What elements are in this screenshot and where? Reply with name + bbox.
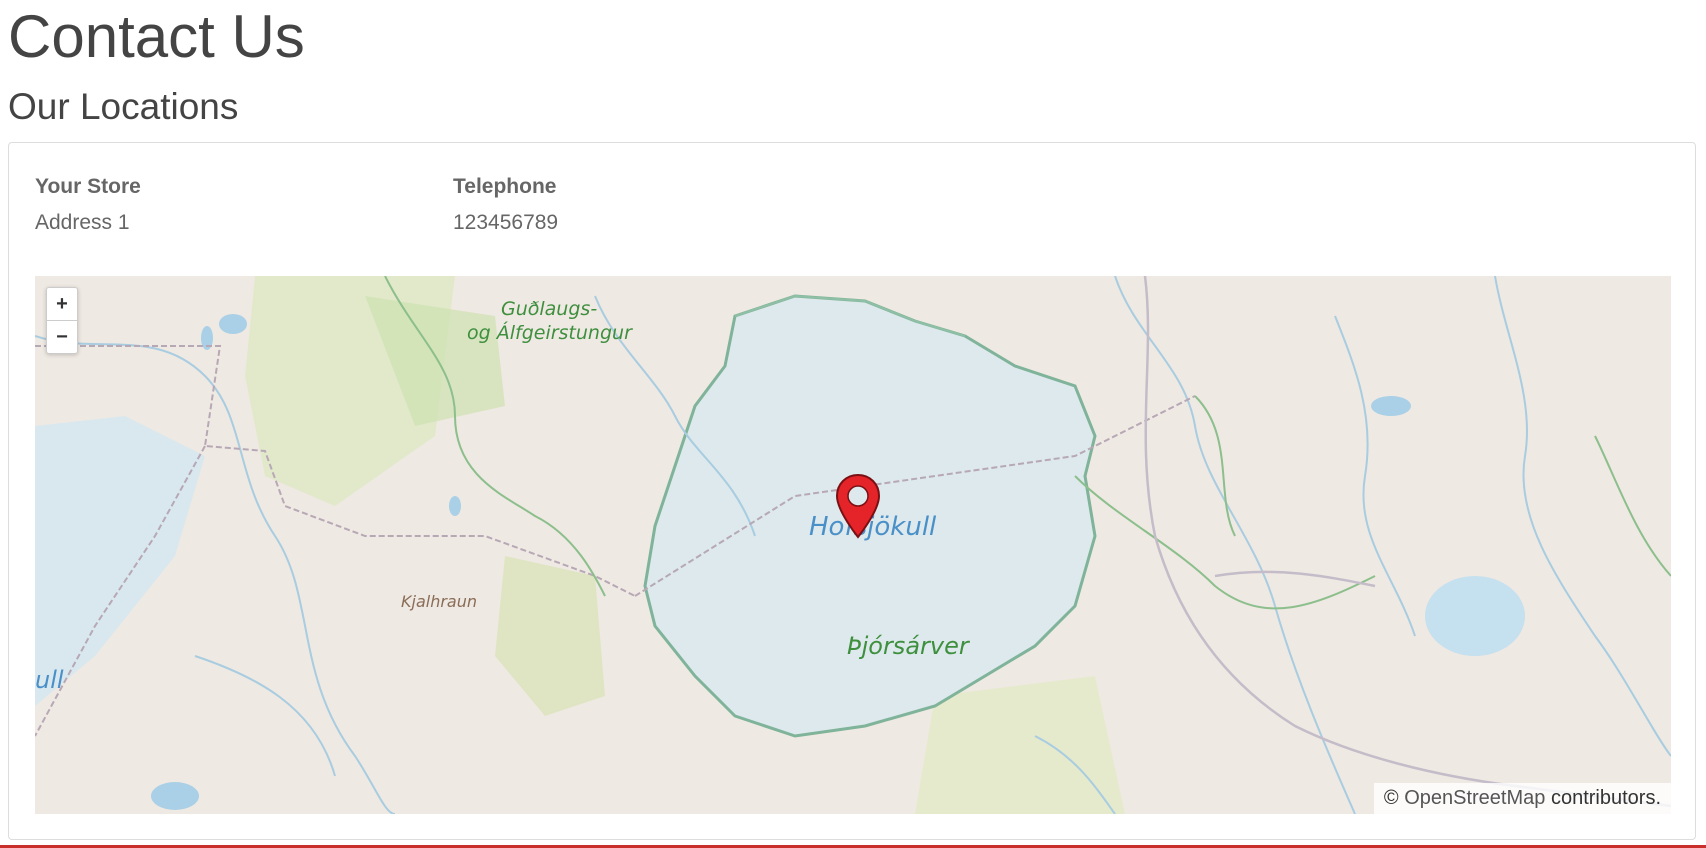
zoom-out-button[interactable]: − <box>47 320 77 353</box>
store-name: Your Store <box>35 175 141 198</box>
map-tiles <box>35 276 1671 814</box>
telephone-column: Telephone 123456789 <box>453 173 558 237</box>
map-label-wetland: Þjórsárver <box>847 632 969 660</box>
location-panel: Your Store Address 1 Telephone 123456789 <box>8 142 1696 840</box>
attribution-suffix: contributors. <box>1545 787 1661 809</box>
zoom-in-button[interactable]: + <box>47 288 77 320</box>
map-label-region-1b: og Álfgeirstungur <box>467 322 632 344</box>
store-address: Address 1 <box>35 211 130 234</box>
telephone-number: 123456789 <box>453 211 559 234</box>
location-map[interactable]: + − Guðlaugs- og Álfgeirstungur Hofsjöku… <box>35 276 1671 814</box>
map-label-edge-glacier: ull <box>35 666 64 694</box>
page-title: Contact Us <box>8 3 305 70</box>
map-label-region-1a: Guðlaugs- <box>501 298 598 320</box>
store-column: Your Store Address 1 <box>35 173 141 237</box>
telephone-label: Telephone <box>453 175 557 198</box>
map-attribution: © OpenStreetMap contributors. <box>1373 783 1671 814</box>
zoom-controls: + − <box>46 287 78 354</box>
openstreetmap-link[interactable]: OpenStreetMap <box>1404 787 1545 809</box>
location-marker-icon[interactable] <box>834 473 882 541</box>
section-title: Our Locations <box>8 86 239 127</box>
attribution-prefix: © <box>1383 787 1405 809</box>
map-label-lava: Kjalhraun <box>401 592 477 611</box>
